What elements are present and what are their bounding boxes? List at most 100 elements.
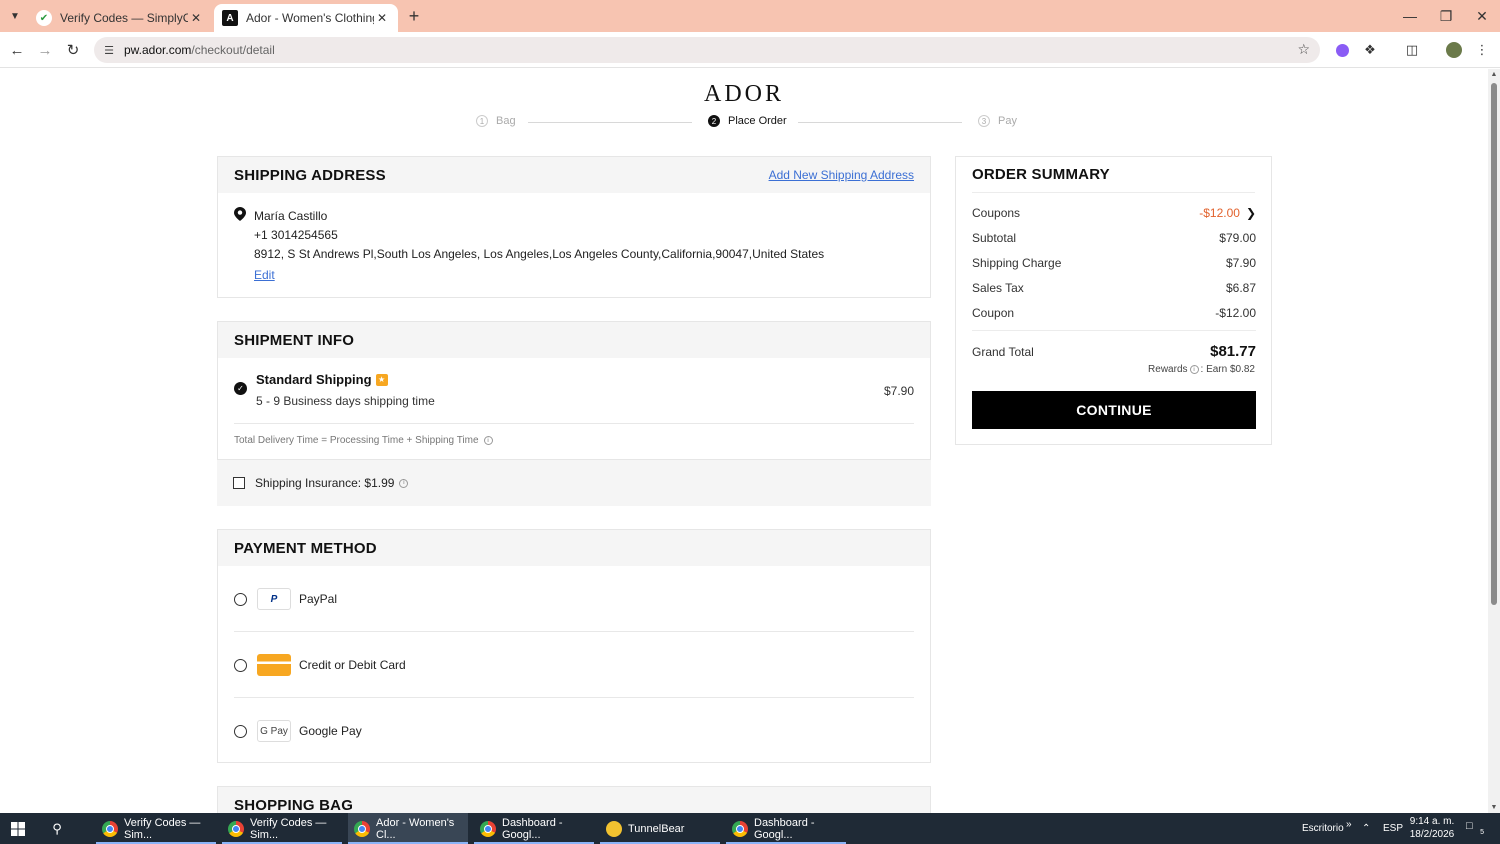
payment-method-section: PAYMENT METHOD P PayPal Credit or Debit … [217,529,931,763]
shipping-time: 5 - 9 Business days shipping time [256,394,435,408]
browser-menu-icon[interactable]: ⋮ [1472,40,1492,60]
taskbar-app-chrome[interactable]: Dashboard - Googl... [726,813,846,844]
coupons-row[interactable]: Coupons -$12.00 ❯ [972,206,1256,220]
chrome-icon [228,820,244,837]
shipment-info-section: SHIPMENT INFO ✓ Standard Shipping ★ 5 - 9… [217,321,931,460]
taskbar-app-chrome[interactable]: Verify Codes — Sim... [222,813,342,844]
shipping-method-name: Standard Shipping [256,372,372,387]
address-bar[interactable]: ☰ pw.ador.com/checkout/detail ☆ [94,37,1320,63]
new-tab-button[interactable]: + [404,6,424,26]
reload-button[interactable]: ↻ [62,39,84,61]
info-icon[interactable]: i [483,436,493,445]
simplycodes-favicon-icon: ✔ [36,10,52,26]
step-divider [528,122,692,123]
notifications-icon[interactable]: □ 5 [1466,820,1484,836]
section-title: SHIPPING ADDRESS [234,166,386,184]
section-title: ORDER SUMMARY [972,166,1110,183]
toolbar-expand-icon[interactable]: » [1346,809,1352,840]
standard-shipping-option[interactable]: ✓ Standard Shipping ★ 5 - 9 Business days… [234,372,914,424]
extension-purple-icon[interactable] [1332,40,1352,60]
close-window-button[interactable]: ✕ [1464,0,1500,32]
tab-search-button[interactable]: ▼ [5,6,25,26]
paypal-radio[interactable] [234,592,247,606]
taskbar-clock[interactable]: 9:14 a. m. 18/2/2026 [1404,815,1460,841]
payment-option-google-pay[interactable]: G Pay Google Pay [234,698,914,764]
tab-title: Ador - Women's Clothing: Dres [246,11,374,25]
scroll-thumb[interactable] [1491,83,1497,605]
shipping-price: $7.90 [883,384,914,398]
shipping-badge-icon: ★ [375,373,388,386]
shipping-address-section: SHIPPING ADDRESS Add New Shipping Addres… [217,156,931,298]
taskbar-app-chrome[interactable]: Ador - Women's Cl... [348,813,468,844]
payment-option-card[interactable]: Credit or Debit Card [234,632,914,698]
ador-logo[interactable]: ADOR [704,81,784,108]
edit-address-link[interactable]: Edit [254,266,275,285]
taskbar-search-icon[interactable]: ⚲ [40,813,74,844]
language-indicator[interactable]: ESP [1383,813,1403,844]
payment-label: PayPal [299,592,338,606]
subtotal-row: Subtotal $79.00 [972,231,1256,245]
grand-total-value: $81.77 [1210,343,1256,360]
recipient-phone: +1 3014254565 [254,228,338,242]
extensions-puzzle-icon[interactable]: ❖ [1360,40,1380,60]
chrome-icon [732,820,748,837]
forward-button[interactable]: → [34,39,56,61]
recipient-address: 8912, S St Andrews Pl,South Los Angeles,… [254,247,825,261]
chrome-icon [102,820,118,837]
step-bag: 1 Bag [476,115,516,127]
shipping-insurance-checkbox[interactable] [233,477,245,489]
minimize-button[interactable]: — [1392,0,1428,32]
google-pay-radio[interactable] [234,724,247,738]
chevron-right-icon[interactable]: ❯ [1246,206,1256,220]
add-new-shipping-address-link[interactable]: Add New Shipping Address [769,168,914,182]
grand-total-row: Grand Total $81.77 [972,343,1256,360]
step-place-order: 2 Place Order [708,115,787,127]
windows-start-button[interactable] [0,813,36,844]
paypal-logo-icon: P [257,588,291,610]
taskbar-app-chrome[interactable]: Verify Codes — Sim... [96,813,216,844]
info-icon[interactable]: i [1189,365,1199,374]
sales-tax-row: Sales Tax $6.87 [972,281,1256,295]
step-pay: 3 Pay [978,115,1017,127]
profile-avatar[interactable] [1444,40,1464,60]
tab-title: Verify Codes — SimplyCodes [60,11,188,25]
close-tab-icon[interactable]: ✕ [374,10,390,26]
tab-ador[interactable]: A Ador - Women's Clothing: Dres ✕ [214,4,398,32]
close-tab-icon[interactable]: ✕ [188,10,204,26]
ador-favicon-icon: A [222,10,238,26]
payment-label: Credit or Debit Card [299,658,406,672]
selected-check-icon[interactable]: ✓ [234,382,247,395]
bookmark-star-icon[interactable]: ☆ [1297,41,1310,58]
tray-chevron-up-icon[interactable]: ⌃ [1362,813,1370,844]
taskbar-app-tunnelbear[interactable]: TunnelBear [600,813,720,844]
desktop-toolbar-label[interactable]: Escritorio [1302,813,1344,844]
page-scrollbar[interactable]: ▲ ▼ [1488,69,1500,813]
reading-mode-icon[interactable]: ◫ [1402,40,1422,60]
windows-logo-icon [11,821,25,836]
taskbar-app-chrome[interactable]: Dashboard - Googl... [474,813,594,844]
card-radio[interactable] [234,658,247,672]
payment-label: Google Pay [299,724,362,738]
shipping-charge-row: Shipping Charge $7.90 [972,256,1256,270]
payment-option-paypal[interactable]: P PayPal [234,566,914,632]
scroll-down-icon[interactable]: ▼ [1490,804,1498,811]
browser-tab-bar: ▼ ✔ Verify Codes — SimplyCodes ✕ A Ador … [0,0,1500,32]
continue-button[interactable]: CONTINUE [972,391,1256,429]
scroll-up-icon[interactable]: ▲ [1490,71,1498,78]
section-title: SHOPPING BAG [234,796,354,814]
windows-taskbar: ⚲ Verify Codes — Sim... Verify Codes — S… [0,813,1500,844]
back-button[interactable]: ← [6,39,28,61]
location-pin-icon [234,207,246,221]
credit-card-icon [257,654,291,676]
url-text[interactable]: pw.ador.com/checkout/detail [124,43,275,57]
shopping-bag-section: SHOPPING BAG [217,786,931,813]
shipping-insurance-row: Shipping Insurance: $1.99 i [217,460,931,506]
site-info-icon[interactable]: ☰ [102,43,116,57]
google-pay-logo-icon: G Pay [257,720,291,742]
checkout-page: ADOR 1 Bag 2 Place Order 3 Pay SHIPPING ADD… [0,69,1488,813]
restore-button[interactable]: ❐ [1428,0,1464,32]
info-icon[interactable]: i [399,478,409,488]
order-summary-section: ORDER SUMMARY Coupons -$12.00 ❯ Subtotal $… [955,156,1272,445]
coupon-row: Coupon -$12.00 [972,306,1256,320]
tab-verify-codes[interactable]: ✔ Verify Codes — SimplyCodes ✕ [28,4,212,32]
